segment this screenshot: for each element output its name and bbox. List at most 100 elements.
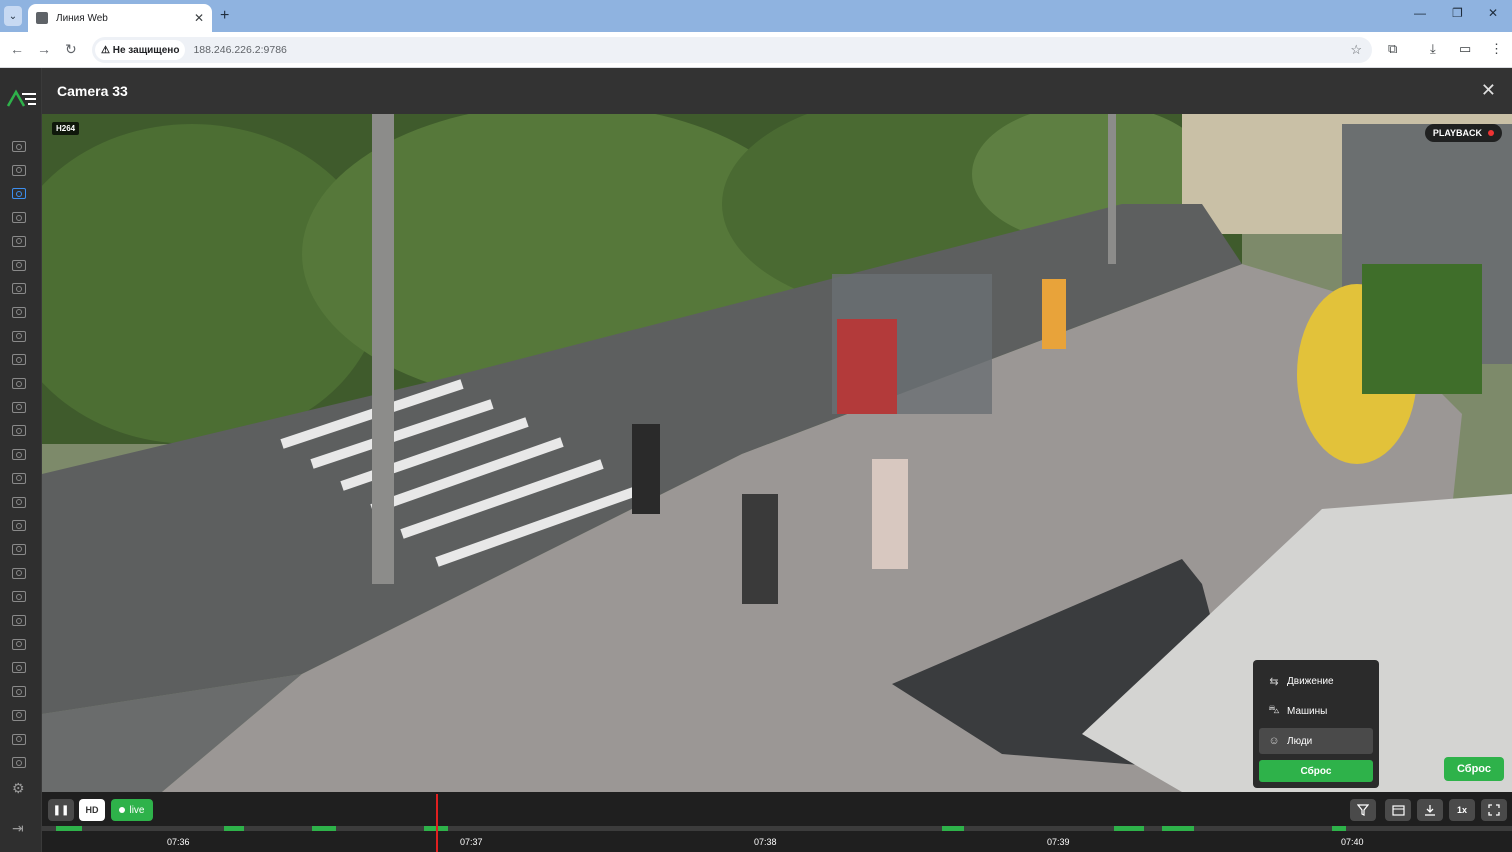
timeline-tick: 07:38 [754,837,777,847]
app-logo-icon[interactable] [6,88,38,108]
car-icon: ⛍ [1268,704,1280,716]
playback-label: PLAYBACK [1432,128,1482,138]
pause-button[interactable]: ❚❚ [48,799,74,821]
timeline-tick: 07:39 [1047,837,1070,847]
browser-tab-bar: ⌄ Линия Web ✕ + — ❐ ✕ [0,0,1512,32]
filter-motion[interactable]: ⇆ Движение [1259,668,1373,694]
motion-segment [224,826,244,831]
hd-toggle-button[interactable]: HD [79,799,105,821]
sidebar-camera-icon[interactable] [12,543,26,555]
extensions-icon[interactable]: ⧉ [1388,41,1397,57]
motion-segment [1332,826,1346,831]
sidebar-camera-icon[interactable] [12,709,26,721]
logout-icon[interactable]: ⇥ [12,820,24,837]
sidebar-camera-icon[interactable] [12,520,26,532]
timeline-cursor[interactable] [436,794,438,852]
sidebar-camera-icon[interactable] [12,401,26,413]
close-camera-icon[interactable]: ✕ [1481,80,1496,101]
security-label: Не защищено [112,44,180,56]
filter-cars-label: Машины [1287,705,1328,717]
address-bar-row: ← → ↻ ⚠ Не защищено 188.246.226.2:9786 ☆… [0,32,1512,68]
sidebar-camera-icon[interactable] [12,212,26,224]
tab-search-button[interactable]: ⌄ [4,6,22,26]
filter-button[interactable] [1350,799,1376,821]
tab-title: Линия Web [56,12,108,24]
motion-segment [942,826,964,831]
sidebar-camera-icon[interactable] [12,425,26,437]
fullscreen-icon [1488,804,1500,816]
window-close-icon[interactable]: ✕ [1488,6,1498,20]
url-text: 188.246.226.2:9786 [193,44,287,56]
live-button[interactable]: live [111,799,153,821]
sidebar-camera-icon[interactable] [12,757,26,769]
settings-gear-icon[interactable]: ⚙ [12,780,25,797]
browser-menu-icon[interactable]: ⋮ [1490,41,1503,57]
timeline-track[interactable] [42,826,1512,831]
sidebar-camera-icon[interactable] [12,235,26,247]
playback-badge: PLAYBACK [1424,124,1502,142]
sidebar-camera-icon[interactable] [12,496,26,508]
profile-icon[interactable]: ▭ [1459,41,1471,57]
timeline-tick: 07:40 [1341,837,1364,847]
download-icon [1425,805,1435,816]
live-dot-icon [119,807,126,813]
bookmark-star-icon[interactable]: ☆ [1350,42,1362,58]
sidebar-camera-icon[interactable] [12,259,26,271]
filter-motion-label: Движение [1287,675,1334,687]
reload-icon[interactable]: ↻ [65,41,77,58]
sidebar-camera-icon[interactable] [12,188,26,200]
favicon-icon [36,12,48,24]
overlay-reset-button[interactable]: Сброс [1444,757,1504,781]
timeline-tick: 07:37 [460,837,483,847]
download-button[interactable] [1417,799,1443,821]
sidebar-camera-icon[interactable] [12,330,26,342]
sidebar-camera-icon[interactable] [12,449,26,461]
url-bar[interactable]: ⚠ Не защищено 188.246.226.2:9786 ☆ [92,37,1372,63]
sidebar-camera-icon[interactable] [12,567,26,579]
camera-header: Camera 33 ✕ [42,68,1512,114]
security-indicator[interactable]: ⚠ Не защищено [95,40,186,60]
sidebar-camera-icon[interactable] [12,472,26,484]
sidebar-camera-icon[interactable] [12,662,26,674]
tab-close-icon[interactable]: ✕ [194,11,204,25]
sidebar-camera-icon[interactable] [12,733,26,745]
restore-icon[interactable]: ❐ [1452,6,1463,20]
calendar-button[interactable] [1385,799,1411,821]
object-filter-menu: ⇆ Движение ⛍ Машины ☺ Люди Сброс [1253,660,1379,788]
back-icon[interactable]: ← [10,41,24,57]
fullscreen-button[interactable] [1481,799,1507,821]
sidebar-camera-icon[interactable] [12,378,26,389]
camera-sidebar: ⚙ ⇥ [0,68,42,852]
motion-segment [56,826,82,831]
motion-segment [1114,826,1144,831]
filter-people-label: Люди [1287,735,1313,747]
motion-icon: ⇆ [1269,675,1279,688]
filter-funnel-icon [1357,804,1369,816]
sidebar-camera-icon[interactable] [12,591,26,603]
sidebar-camera-icon[interactable] [12,164,26,176]
minimize-icon[interactable]: — [1414,6,1426,20]
speed-button[interactable]: 1x [1449,799,1475,821]
recording-dot-icon [1488,130,1494,136]
sidebar-camera-icon[interactable] [12,306,26,318]
forward-icon[interactable]: → [37,41,51,57]
person-icon: ☺ [1268,735,1280,747]
sidebar-camera-icon[interactable] [12,615,26,626]
sidebar-camera-icon[interactable] [12,141,26,152]
sidebar-camera-icon[interactable] [12,638,26,650]
browser-tab[interactable]: Линия Web ✕ [28,4,212,32]
filter-people[interactable]: ☺ Люди [1259,728,1373,754]
timeline-tick: 07:36 [167,837,190,847]
sidebar-camera-icon[interactable] [12,354,26,366]
sidebar-camera-icon[interactable] [12,283,26,295]
codec-badge: H264 [52,122,80,135]
calendar-icon [1391,805,1405,816]
downloads-icon[interactable]: ⤓ [1430,41,1436,57]
sidebar-camera-icon[interactable] [12,686,26,698]
filter-cars[interactable]: ⛍ Машины [1259,698,1373,724]
live-label: live [129,804,145,816]
playback-controls: ❚❚ HD live 1x 07:36 07:37 07:38 07:39 07… [42,792,1512,852]
new-tab-button[interactable]: + [220,7,229,25]
filter-reset-button[interactable]: Сброс [1259,760,1373,782]
motion-segment [312,826,336,831]
